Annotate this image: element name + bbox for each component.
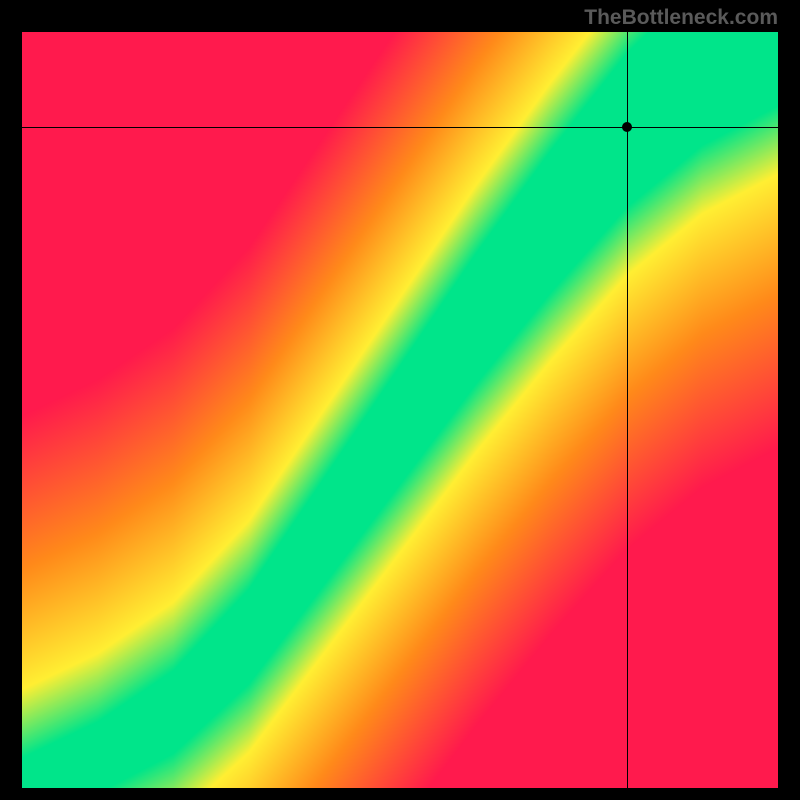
crosshair-vertical <box>627 32 628 788</box>
crosshair-horizontal <box>22 127 778 128</box>
watermark-label: TheBottleneck.com <box>584 6 778 30</box>
marker-dot <box>622 122 632 132</box>
heatmap-canvas <box>22 32 778 788</box>
chart-container: TheBottleneck.com <box>0 0 800 800</box>
heatmap-plot <box>22 32 778 788</box>
